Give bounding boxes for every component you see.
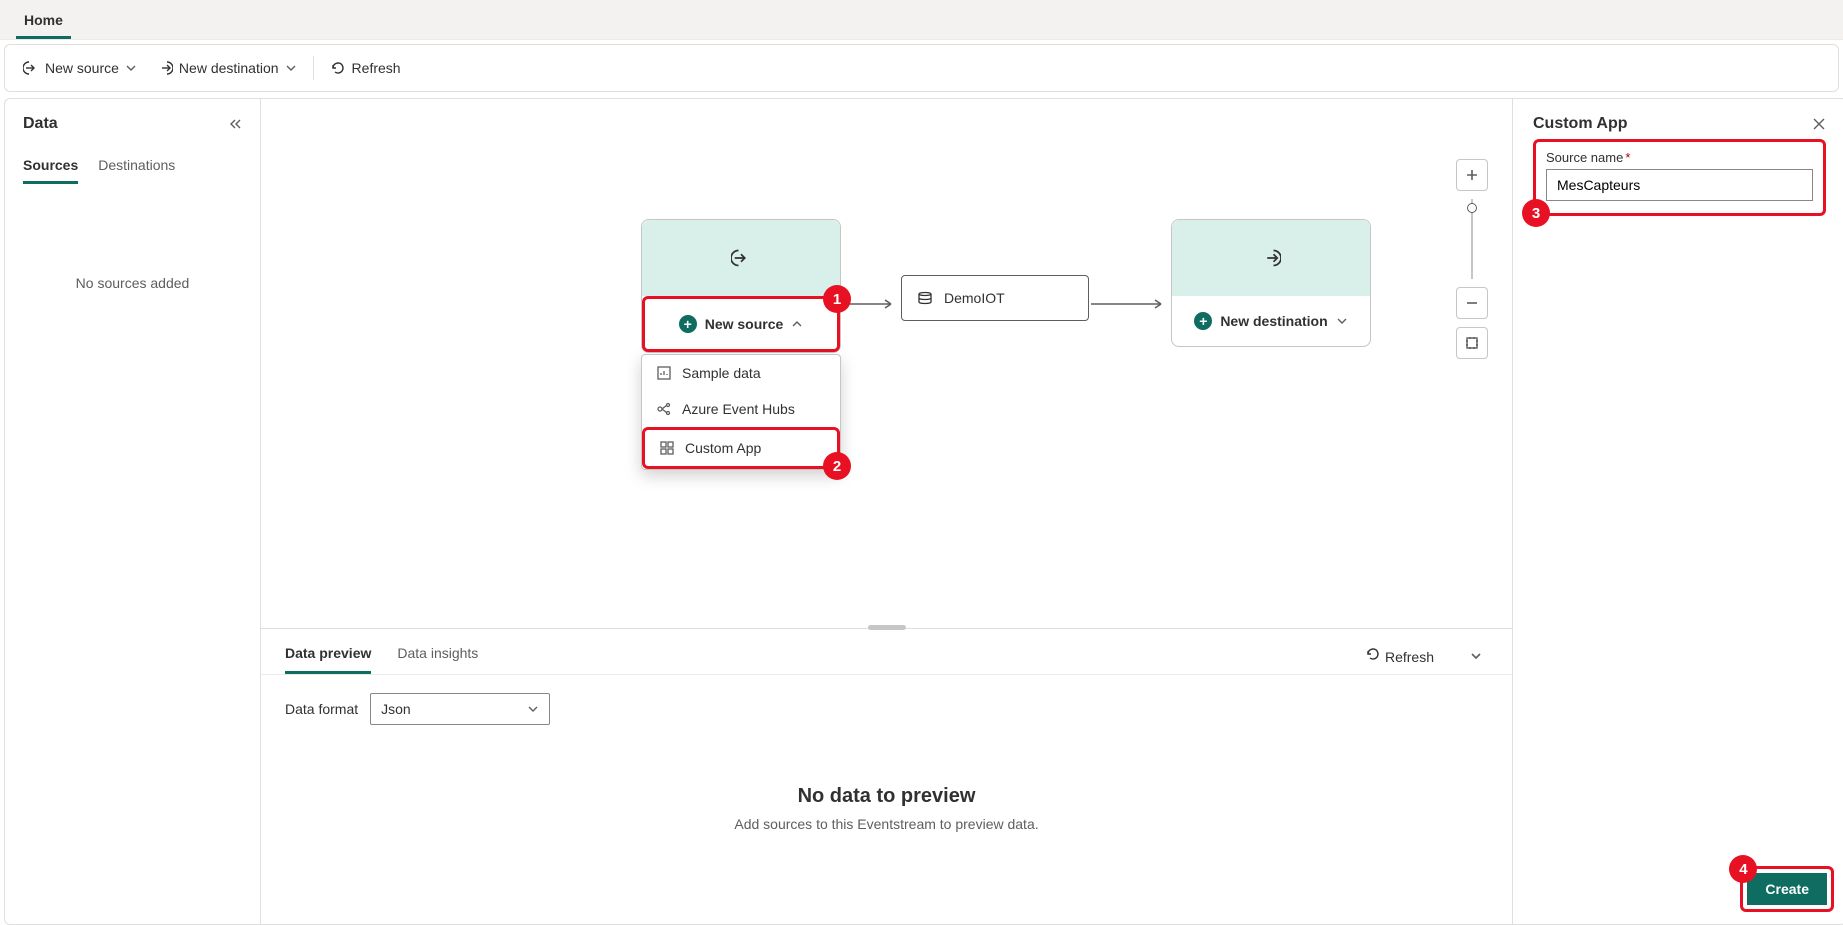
menu-sample-data-label: Sample data [682,365,761,381]
new-destination-label: New destination [179,60,279,76]
preview-panel: Data preview Data insights Refresh [261,628,1512,924]
preview-empty-subtitle: Add sources to this Eventstream to previ… [285,816,1488,832]
chevron-down-icon [125,62,137,74]
menu-event-hubs[interactable]: Azure Event Hubs [642,391,840,427]
eventstream-node-label: DemoIOT [944,290,1005,306]
destination-node[interactable]: + New destination [1171,219,1371,347]
new-destination-node-button[interactable]: + New destination [1172,296,1370,346]
eventstream-icon [916,289,934,307]
new-source-button[interactable]: New source [13,54,147,82]
create-button[interactable]: Create [1747,873,1827,905]
chevron-down-icon [285,62,297,74]
right-panel: Custom App Source name* 3 Create 4 [1512,99,1843,924]
preview-refresh-label: Refresh [1385,649,1434,665]
workspace: Data Sources Destinations No sources add… [4,98,1843,925]
canvas-wrap: + New source 1 Sample data [261,99,1512,924]
source-name-field-group: Source name* 3 [1533,139,1826,216]
zoom-slider[interactable] [1471,199,1473,279]
left-panel: Data Sources Destinations No sources add… [5,99,261,924]
refresh-icon [330,60,346,76]
callout-1: 1 [823,285,851,313]
preview-tabs: Data preview Data insights Refresh [261,629,1512,675]
tab-data-preview[interactable]: Data preview [285,637,371,674]
sample-data-icon [656,365,672,381]
source-node[interactable]: + New source 1 [641,219,841,353]
refresh-label: Refresh [352,60,401,76]
data-format-select[interactable]: Json [370,693,550,725]
source-name-label: Source name* [1546,150,1813,165]
menu-sample-data[interactable]: Sample data [642,355,840,391]
source-name-label-text: Source name [1546,150,1623,165]
refresh-button[interactable]: Refresh [320,54,411,82]
new-destination-button[interactable]: New destination [147,54,307,82]
new-source-node-label: New source [705,316,784,332]
tab-home[interactable]: Home [16,2,71,39]
tab-data-insights[interactable]: Data insights [397,637,478,674]
eventstream-node[interactable]: DemoIOT [901,275,1089,321]
subtab-destinations[interactable]: Destinations [98,151,175,184]
plus-icon: + [1194,312,1212,330]
new-source-label: New source [45,60,119,76]
zoom-controls [1456,159,1488,359]
plus-icon: + [679,315,697,333]
source-type-menu: Sample data Azure Event Hubs [641,354,841,470]
event-hubs-icon [656,401,672,417]
callout-2: 2 [823,452,851,480]
chevron-up-icon [791,318,803,330]
left-subtabs: Sources Destinations [23,151,242,185]
close-icon[interactable] [1812,117,1826,131]
no-sources-message: No sources added [23,275,242,291]
data-format-value: Json [381,701,411,717]
source-in-icon [23,60,39,76]
data-format-label: Data format [285,701,358,717]
required-asterisk: * [1625,150,1630,165]
toolbar: New source New destination Refresh [4,44,1839,92]
top-tab-bar: Home [0,0,1843,40]
zoom-fit-button[interactable] [1456,327,1488,359]
subtab-sources[interactable]: Sources [23,151,78,184]
source-node-head [642,220,840,296]
canvas[interactable]: + New source 1 Sample data [261,99,1512,628]
destination-node-head [1172,220,1370,296]
panel-resize-grip[interactable] [868,625,906,630]
source-name-input[interactable] [1546,169,1813,201]
menu-event-hubs-label: Azure Event Hubs [682,401,795,417]
destination-out-icon [1261,248,1281,268]
chevron-down-icon[interactable] [1470,650,1482,662]
zoom-out-button[interactable] [1456,287,1488,319]
preview-empty-title: No data to preview [285,785,1488,808]
zoom-thumb[interactable] [1467,203,1477,213]
refresh-icon [1365,646,1381,662]
menu-custom-app-label: Custom App [685,440,761,456]
arrow-1 [843,297,899,299]
chevron-down-icon [527,703,539,715]
chevron-down-icon [1336,315,1348,327]
left-panel-title: Data [23,115,58,133]
destination-out-icon [157,60,173,76]
source-in-icon [731,248,751,268]
callout-3: 3 [1522,199,1550,227]
arrow-2 [1091,297,1169,299]
right-panel-title: Custom App [1533,115,1628,133]
new-destination-node-label: New destination [1220,313,1327,329]
zoom-in-button[interactable] [1456,159,1488,191]
collapse-left-icon[interactable] [228,117,242,131]
toolbar-divider [313,56,314,80]
preview-body: Data format Json No data to preview Add … [261,675,1512,850]
menu-custom-app[interactable]: Custom App 2 [642,427,840,469]
create-button-wrap: Create 4 [1740,866,1834,912]
custom-app-icon [659,440,675,456]
new-source-node-button[interactable]: + New source 1 [642,296,840,352]
preview-refresh-button[interactable]: Refresh [1365,646,1434,665]
